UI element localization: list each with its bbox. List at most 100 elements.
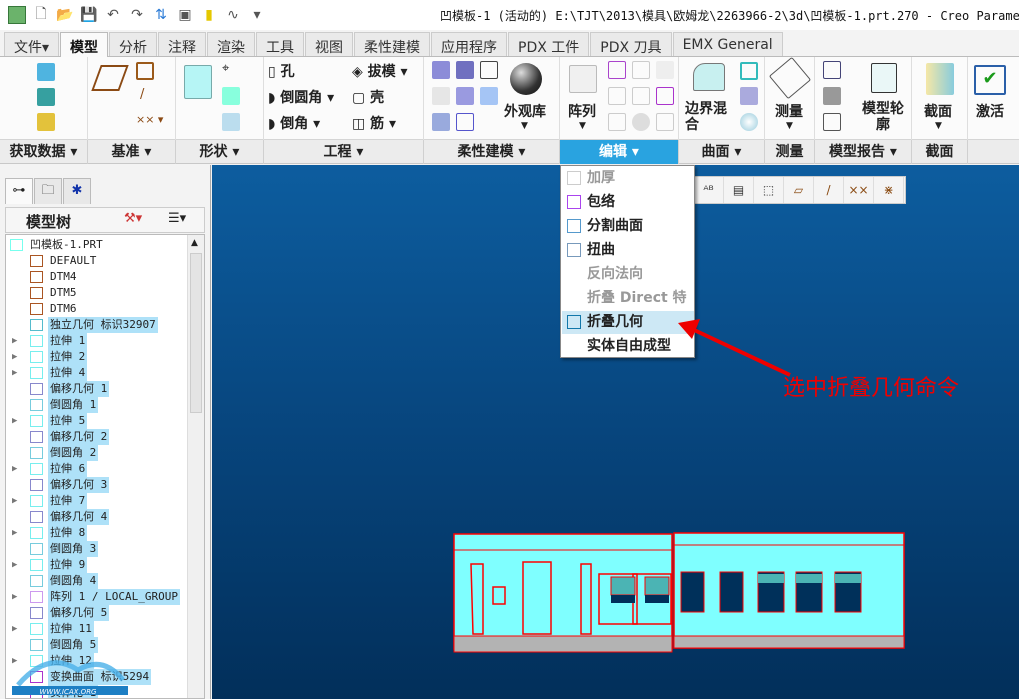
tab-4[interactable]: 渲染 — [207, 32, 256, 56]
orient-icon[interactable]: ⬚ — [754, 177, 784, 203]
scroll-thumb[interactable] — [190, 253, 202, 413]
tab-1[interactable]: 模型 — [60, 32, 109, 58]
menu-item-3[interactable]: 扭曲 — [562, 239, 694, 262]
attach-icon[interactable] — [432, 113, 450, 131]
offset-icon[interactable] — [456, 61, 474, 79]
copy-geometry-icon[interactable] — [37, 88, 55, 106]
intersect-icon[interactable] — [632, 87, 650, 105]
menu-item-1[interactable]: 包络 — [562, 191, 694, 214]
user-feature-icon[interactable] — [37, 63, 55, 81]
activate-button[interactable]: 激活 — [976, 101, 1004, 121]
fill-icon[interactable] — [740, 62, 758, 80]
menu-item-5[interactable]: 折叠 Direct 特征 — [562, 287, 694, 329]
regenerate-icon[interactable]: ⇅ — [152, 6, 170, 24]
tab-9[interactable]: PDX 工件 — [508, 32, 590, 56]
undo-icon[interactable]: ↶ — [104, 6, 122, 24]
menu-item-0[interactable]: 加厚 — [562, 167, 694, 190]
project-icon[interactable] — [656, 87, 674, 105]
axis-display-icon[interactable]: / — [814, 177, 844, 203]
rib-button[interactable]: ◫ 筋 ▾ — [352, 113, 396, 133]
boundary-blend-button[interactable]: 边界混合 — [685, 101, 735, 133]
merge-icon[interactable] — [608, 87, 626, 105]
customize-dropdown-icon[interactable]: ▾ — [248, 6, 266, 24]
offset-edit-icon[interactable] — [608, 113, 626, 131]
tab-2[interactable]: 分析 — [109, 32, 158, 56]
group-label-1[interactable]: 基准 ▾ — [88, 140, 176, 164]
ruler-icon[interactable] — [768, 56, 812, 100]
expand-icon[interactable]: ▶ — [12, 493, 17, 509]
round-button[interactable]: ◗ 倒圆角 ▾ — [268, 87, 334, 107]
tab-8[interactable]: 应用程序 — [431, 32, 508, 56]
hole-button[interactable]: ▯ 孔 — [268, 61, 295, 81]
favorites-tab-icon[interactable]: ✱ — [63, 178, 91, 204]
expand-icon[interactable]: ▶ — [12, 589, 17, 605]
activate-icon[interactable]: ✔ — [974, 65, 1006, 95]
tab-5[interactable]: 工具 — [256, 32, 305, 56]
tree-scrollbar[interactable]: ▲ — [187, 235, 204, 698]
group-label-4[interactable]: 柔性建模 ▾ — [424, 140, 560, 164]
point-display-icon[interactable]: ×× — [844, 177, 874, 203]
plane-display-icon[interactable]: ▱ — [784, 177, 814, 203]
tab-11[interactable]: EMX General — [672, 32, 783, 56]
measure-button[interactable]: 测量 — [775, 101, 803, 121]
tab-6[interactable]: 视图 — [305, 32, 354, 56]
pattern-button[interactable]: 阵列 — [568, 101, 596, 121]
expand-icon[interactable]: ▶ — [12, 621, 17, 637]
sketch-icon[interactable] — [136, 62, 154, 80]
axis-icon[interactable]: / — [140, 87, 144, 102]
remove-icon[interactable] — [456, 113, 474, 131]
shrinkwrap-icon[interactable] — [37, 113, 55, 131]
mass-properties-icon[interactable] — [823, 87, 841, 105]
thicken-icon[interactable] — [656, 113, 674, 131]
group-label-3[interactable]: 工程 ▾ — [264, 140, 424, 164]
group-label-8[interactable]: 模型报告 ▾ — [815, 140, 912, 164]
trim-icon[interactable] — [656, 61, 674, 79]
save-icon[interactable]: 💾 — [80, 6, 98, 24]
chamfer-button[interactable]: ◗ 倒角 ▾ — [268, 113, 320, 133]
tab-10[interactable]: PDX 刀具 — [590, 32, 672, 56]
extend-icon[interactable] — [632, 61, 650, 79]
sweep-icon[interactable] — [222, 87, 240, 105]
annotation-display-icon[interactable]: ᴬᴮ — [694, 177, 724, 203]
model-outline-icon[interactable] — [871, 63, 897, 93]
group-label-0[interactable]: 获取数据 ▾ — [0, 140, 88, 164]
tab-3[interactable]: 注释 — [158, 32, 207, 56]
expand-icon[interactable]: ▶ — [12, 333, 17, 349]
folder-browser-tab-icon[interactable]: 🗀 — [34, 178, 62, 204]
group-label-6[interactable]: 曲面 ▾ — [679, 140, 765, 164]
expand-icon[interactable]: ▶ — [12, 413, 17, 429]
menu-item-4[interactable]: 反向法向 — [562, 263, 694, 286]
shell-button[interactable]: ▢ 壳 — [352, 87, 384, 107]
graph-icon[interactable] — [823, 61, 841, 79]
group-label-9[interactable]: 截面 — [912, 140, 968, 164]
app-icon[interactable] — [8, 6, 26, 24]
revolve-icon[interactable]: ⌖ — [222, 61, 229, 76]
new-file-icon[interactable]: 🗋 — [32, 6, 50, 24]
section-button[interactable]: 截面 — [924, 101, 952, 121]
model-outline-button[interactable]: 模型轮廓 — [859, 101, 907, 133]
tree-settings-icon[interactable]: ⚒▾ — [124, 211, 142, 226]
substitute-icon[interactable] — [456, 87, 474, 105]
open-icon[interactable]: 📂 — [56, 6, 74, 24]
tab-0[interactable]: 文件▾ — [4, 32, 60, 56]
solidify-icon[interactable] — [632, 113, 650, 131]
redo-icon[interactable]: ↷ — [128, 6, 146, 24]
blend-icon[interactable] — [222, 113, 240, 131]
style-icon[interactable] — [740, 87, 758, 105]
section-icon[interactable] — [926, 63, 954, 95]
boundary-blend-icon[interactable] — [693, 63, 725, 91]
edit-round-icon[interactable] — [480, 87, 498, 105]
menu-item-2[interactable]: 分割曲面 — [562, 215, 694, 238]
appearance-gallery-button[interactable]: 外观库 — [504, 101, 546, 121]
window-icon[interactable]: ▣ — [176, 6, 194, 24]
tab-7[interactable]: 柔性建模 — [354, 32, 431, 56]
plane-icon[interactable] — [91, 65, 129, 91]
pattern-icon[interactable] — [569, 65, 597, 93]
model-tree-tab-icon[interactable]: ⊶ — [5, 178, 33, 204]
mirror-icon[interactable] — [432, 87, 450, 105]
expand-icon[interactable]: ▶ — [12, 525, 17, 541]
freestyle-icon[interactable] — [740, 113, 758, 131]
modify-analytic-icon[interactable] — [480, 61, 498, 79]
expand-icon[interactable]: ▶ — [12, 461, 17, 477]
group-label-5[interactable]: 编辑 ▾ — [560, 140, 679, 164]
